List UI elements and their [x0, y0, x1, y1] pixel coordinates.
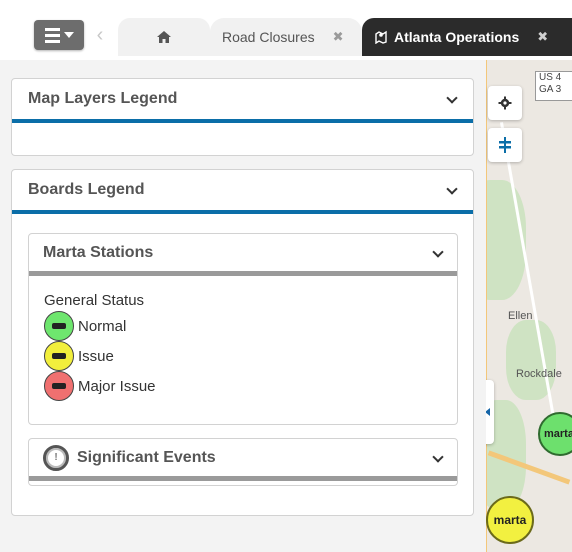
tab-bar: ‹ Road Closures ✖ Atlanta Operations ✖ [0, 0, 572, 60]
road-sign-icon [499, 137, 511, 153]
status-item: Issue [44, 341, 457, 371]
marta-stations-title: Marta Stations [43, 243, 154, 261]
legend-panel: Map Layers Legend Boards Legend Marta St… [0, 60, 486, 552]
boards-legend-header[interactable]: Boards Legend [12, 170, 473, 214]
main-menu-button[interactable] [34, 20, 84, 50]
highway-shield: US 4 GA 3 [535, 71, 572, 101]
gear-icon [498, 96, 512, 110]
normal-status-icon [44, 311, 74, 341]
marta-stations-header[interactable]: Marta Stations [29, 234, 457, 276]
status-label: Major Issue [78, 377, 156, 395]
settings-button[interactable] [488, 86, 522, 120]
caret-down-icon [63, 32, 74, 38]
map-layers-legend-card: Map Layers Legend [11, 78, 474, 156]
map-label: Rockdale [516, 368, 562, 380]
map-layers-legend-title: Map Layers Legend [28, 90, 178, 107]
issue-status-icon [44, 341, 74, 371]
chevron-down-icon[interactable] [447, 185, 457, 195]
map-layers-legend-header[interactable]: Map Layers Legend [12, 79, 473, 123]
boards-legend-title: Boards Legend [28, 181, 145, 198]
hamburger-icon [44, 27, 60, 43]
chevron-down-icon[interactable] [433, 248, 443, 258]
boards-legend-card: Boards Legend Marta Stations General Sta… [11, 169, 474, 516]
marta-station-marker[interactable]: marta [486, 496, 534, 544]
event-info-icon: ! [43, 444, 69, 471]
significant-events-header[interactable]: ! Significant Events [29, 439, 457, 481]
map-marker-icon [375, 30, 387, 44]
status-legend: General Status Normal Issue Major Issue [29, 276, 457, 401]
home-icon [157, 31, 171, 43]
chevron-down-icon[interactable] [447, 94, 457, 104]
significant-events-title: Significant Events [77, 448, 216, 466]
close-icon[interactable]: ✖ [537, 29, 548, 45]
major-issue-status-icon [44, 371, 74, 401]
status-item: Major Issue [44, 371, 457, 401]
status-label: Normal [78, 317, 127, 335]
tab-road-closures[interactable]: Road Closures ✖ [210, 18, 362, 56]
tab-atlanta-operations[interactable]: Atlanta Operations ✖ [362, 18, 572, 56]
map-label: Ellen [508, 310, 533, 322]
status-item: Normal [44, 311, 457, 341]
tab-road-closures-label: Road Closures [222, 29, 315, 45]
status-heading: General Status [44, 292, 145, 309]
tab-home[interactable] [118, 18, 210, 56]
status-label: Issue [78, 347, 114, 365]
marta-station-marker[interactable]: marta [538, 412, 572, 456]
tab-atlanta-operations-label: Atlanta Operations [394, 29, 520, 45]
layers-toggle-button[interactable] [488, 128, 522, 162]
close-icon[interactable]: ✖ [333, 29, 344, 45]
marta-stations-card: Marta Stations General Status Normal Iss… [28, 233, 458, 425]
chevron-left-icon[interactable]: ‹ [92, 23, 108, 47]
chevron-down-icon[interactable] [433, 453, 443, 463]
significant-events-card: ! Significant Events [28, 438, 458, 486]
